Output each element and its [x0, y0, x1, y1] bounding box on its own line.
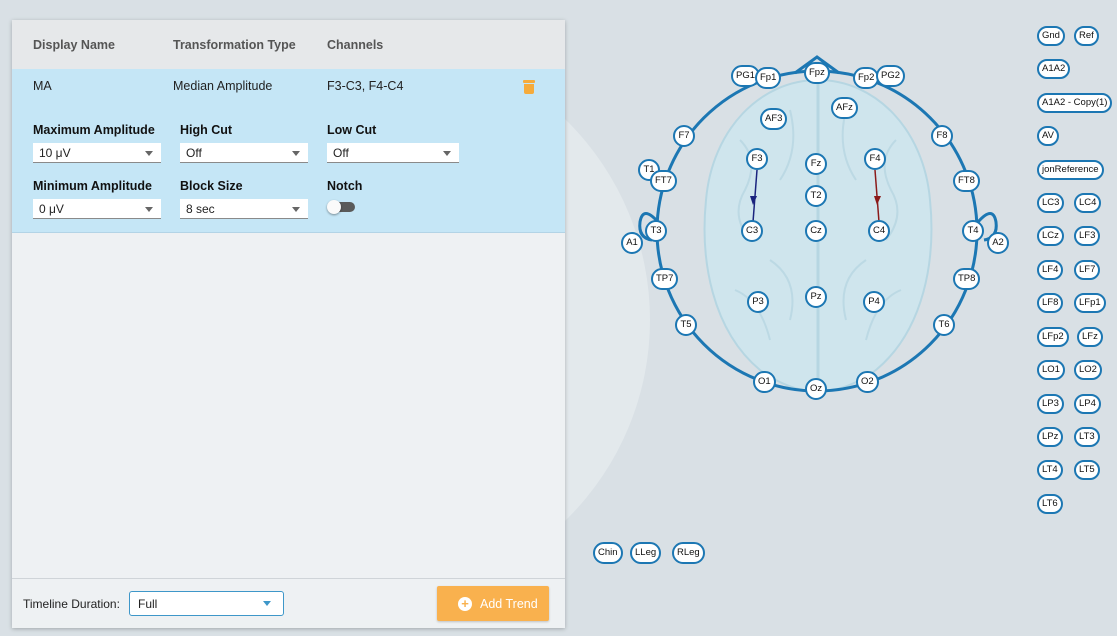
chevron-down-icon — [145, 151, 153, 156]
table-row-selected[interactable]: MA Median Amplitude F3-C3, F4-C4 Maximum… — [12, 69, 565, 233]
electrode-tp8[interactable]: TP8 — [953, 268, 981, 290]
reference-lt4[interactable]: LT4 — [1037, 460, 1063, 480]
low-cut-label: Low Cut — [327, 123, 377, 137]
row-display-name: MA — [33, 79, 52, 93]
reference-lo1[interactable]: LO1 — [1037, 360, 1065, 380]
electrode-af3[interactable]: AF3 — [760, 108, 788, 130]
electrode-cz[interactable]: Cz — [805, 220, 827, 242]
chevron-down-icon — [145, 207, 153, 212]
min-amplitude-select[interactable]: 0 μV — [33, 199, 161, 219]
electrode-t3[interactable]: T3 — [645, 220, 667, 242]
reference-lf4[interactable]: LF4 — [1037, 260, 1064, 280]
block-size-select[interactable]: 8 sec — [180, 199, 308, 219]
delete-trash-icon[interactable] — [523, 80, 535, 94]
electrode-ft8[interactable]: FT8 — [953, 170, 980, 192]
chevron-down-icon — [292, 151, 300, 156]
column-header-display-name: Display Name — [33, 38, 115, 52]
chevron-down-icon — [443, 151, 451, 156]
arrow-f4-c4 — [874, 196, 881, 205]
reference-gnd[interactable]: Gnd — [1037, 26, 1065, 46]
max-amplitude-label: Maximum Amplitude — [33, 123, 155, 137]
reference-lt5[interactable]: LT5 — [1074, 460, 1100, 480]
electrode-f8[interactable]: F8 — [931, 125, 953, 147]
reference-lf7[interactable]: LF7 — [1074, 260, 1101, 280]
electrode-a1[interactable]: A1 — [621, 232, 643, 254]
low-cut-select[interactable]: Off — [327, 143, 459, 163]
table-header: Display Name Transformation Type Channel… — [12, 20, 565, 69]
electrode-f7[interactable]: F7 — [673, 125, 695, 147]
electrode-p4[interactable]: P4 — [863, 291, 885, 313]
reference-lc4[interactable]: LC4 — [1074, 193, 1102, 213]
electrode-f4[interactable]: F4 — [864, 148, 886, 170]
block-size-label: Block Size — [180, 179, 243, 193]
electrode-pg2[interactable]: PG2 — [876, 65, 906, 87]
electrode-afz[interactable]: AFz — [831, 97, 858, 119]
reference-lt6[interactable]: LT6 — [1037, 494, 1063, 514]
panel-footer: Timeline Duration: Full + Add Trend — [12, 578, 565, 628]
reference-jonreference[interactable]: jonReference — [1037, 160, 1104, 180]
montage-line-f4-c4 — [874, 169, 880, 223]
reference-lpz[interactable]: LPz — [1037, 427, 1064, 447]
add-trend-button[interactable]: + Add Trend — [437, 586, 549, 621]
notch-toggle[interactable] — [327, 200, 357, 214]
reference-lcz[interactable]: LCz — [1037, 226, 1064, 246]
notch-label: Notch — [327, 179, 363, 193]
row-transformation-type: Median Amplitude — [173, 79, 273, 93]
reference-lfz[interactable]: LFz — [1077, 327, 1103, 347]
electrode-ft7[interactable]: FT7 — [650, 170, 677, 192]
reference-lfp1[interactable]: LFp1 — [1074, 293, 1106, 313]
electrode-lleg[interactable]: LLeg — [630, 542, 662, 564]
trends-panel: Display Name Transformation Type Channel… — [12, 20, 565, 628]
row-channels: F3-C3, F4-C4 — [327, 79, 404, 93]
column-header-channels: Channels — [327, 38, 384, 52]
electrode-o1[interactable]: O1 — [753, 371, 776, 393]
reference-lfp2[interactable]: LFp2 — [1037, 327, 1069, 347]
arrow-f3-c3 — [750, 196, 757, 205]
electrode-rleg[interactable]: RLeg — [672, 542, 705, 564]
electrode-fpz[interactable]: Fpz — [804, 62, 830, 84]
electrode-c4[interactable]: C4 — [868, 220, 891, 242]
reference-av[interactable]: AV — [1037, 126, 1059, 146]
reference-lc3[interactable]: LC3 — [1037, 193, 1065, 213]
montage-line-f3-c3 — [752, 169, 758, 223]
chevron-down-icon — [263, 601, 271, 606]
electrode-f3[interactable]: F3 — [746, 148, 768, 170]
reference-lt3[interactable]: LT3 — [1074, 427, 1100, 447]
high-cut-label: High Cut — [180, 123, 233, 137]
reference-lo2[interactable]: LO2 — [1074, 360, 1102, 380]
column-header-transformation-type: Transformation Type — [173, 38, 296, 52]
electrode-o2[interactable]: O2 — [856, 371, 879, 393]
electrode-fp1[interactable]: Fp1 — [755, 67, 782, 89]
electrode-t6[interactable]: T6 — [933, 314, 955, 336]
electrode-chin[interactable]: Chin — [593, 542, 623, 564]
electrode-tp7[interactable]: TP7 — [651, 268, 679, 290]
reference-ref[interactable]: Ref — [1074, 26, 1099, 46]
reference-lf8[interactable]: LF8 — [1037, 293, 1064, 313]
electrode-c3[interactable]: C3 — [741, 220, 764, 242]
plus-icon: + — [458, 597, 472, 611]
electrode-t5[interactable]: T5 — [675, 314, 697, 336]
reference-lp4[interactable]: LP4 — [1074, 394, 1101, 414]
electrode-pz[interactable]: Pz — [805, 286, 827, 308]
electrode-t2[interactable]: T2 — [805, 185, 827, 207]
electrode-p3[interactable]: P3 — [747, 291, 769, 313]
reference-lp3[interactable]: LP3 — [1037, 394, 1064, 414]
reference-a1a2-copy[interactable]: A1A2 - Copy(1) — [1037, 93, 1113, 113]
reference-lf3[interactable]: LF3 — [1074, 226, 1101, 246]
timeline-duration-select[interactable]: Full — [129, 591, 284, 616]
electrode-fz[interactable]: Fz — [805, 153, 827, 175]
reference-a1a2[interactable]: A1A2 — [1037, 59, 1071, 79]
max-amplitude-select[interactable]: 10 μV — [33, 143, 161, 163]
electrode-a2[interactable]: A2 — [987, 232, 1009, 254]
electrode-t4[interactable]: T4 — [962, 220, 984, 242]
electrode-oz[interactable]: Oz — [805, 378, 828, 400]
high-cut-select[interactable]: Off — [180, 143, 308, 163]
min-amplitude-label: Minimum Amplitude — [33, 179, 152, 193]
timeline-duration-label: Timeline Duration: — [23, 597, 120, 611]
chevron-down-icon — [292, 207, 300, 212]
